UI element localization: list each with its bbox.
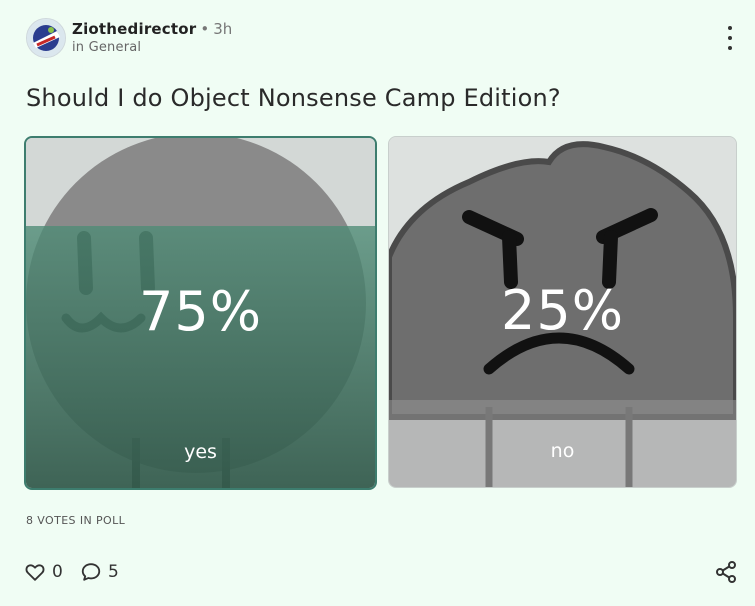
option-percent: 75% bbox=[138, 280, 263, 343]
avatar[interactable] bbox=[26, 18, 66, 58]
option-label: yes bbox=[184, 441, 217, 463]
separator-dot: • bbox=[200, 20, 210, 38]
author-line: Ziothedirector • 3h bbox=[72, 20, 232, 38]
more-options-icon[interactable] bbox=[722, 26, 738, 50]
poll-option-no[interactable]: 25% no bbox=[388, 136, 737, 488]
like-count: 0 bbox=[52, 562, 63, 582]
share-icon[interactable] bbox=[714, 560, 738, 584]
vote-count: 8 VOTES IN POLL bbox=[26, 514, 126, 527]
post-header: Ziothedirector • 3h in General bbox=[26, 18, 738, 58]
option-label: no bbox=[550, 440, 575, 462]
poll-question: Should I do Object Nonsense Camp Edition… bbox=[26, 84, 561, 112]
heart-icon bbox=[25, 564, 45, 581]
option-percent: 25% bbox=[500, 279, 625, 342]
poll-option-yes[interactable]: 75% yes bbox=[24, 136, 377, 490]
post-actions: 0 5 bbox=[24, 558, 738, 586]
author-name[interactable]: Ziothedirector bbox=[72, 20, 196, 38]
comment-button[interactable]: 5 bbox=[80, 558, 119, 586]
comment-count: 5 bbox=[108, 562, 119, 582]
comment-icon bbox=[81, 563, 101, 581]
like-button[interactable]: 0 bbox=[24, 558, 63, 586]
post-category[interactable]: in General bbox=[72, 40, 141, 55]
post-time: 3h bbox=[213, 20, 233, 38]
